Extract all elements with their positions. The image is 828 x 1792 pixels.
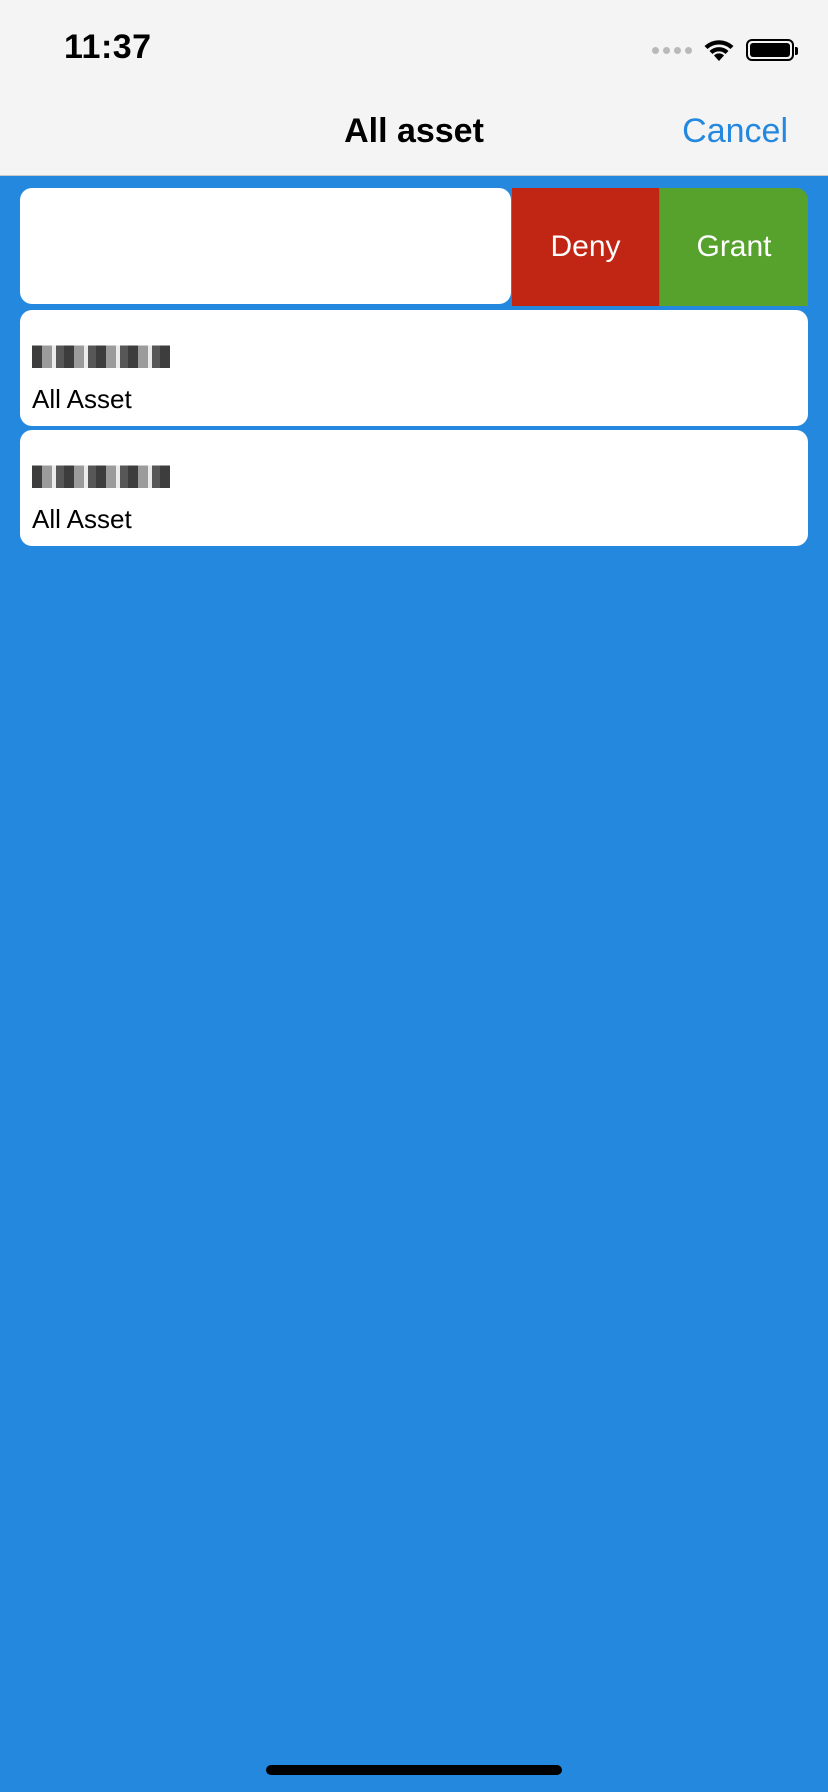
- status-time: 11:37: [64, 28, 152, 66]
- list-item[interactable]: All Asset: [20, 310, 808, 426]
- item-name-redacted: [32, 336, 170, 368]
- item-subtitle: All Asset: [32, 504, 132, 534]
- swiped-row: Deny Grant: [20, 188, 808, 306]
- list-item[interactable]: All Asset: [20, 430, 808, 546]
- deny-button[interactable]: Deny: [512, 188, 659, 306]
- status-icons: [652, 36, 798, 64]
- cancel-button[interactable]: Cancel: [682, 112, 788, 151]
- item-subtitle: All Asset: [32, 384, 132, 414]
- home-indicator: [266, 1765, 562, 1775]
- battery-icon: [746, 39, 798, 61]
- navigation-bar: All asset Cancel: [0, 96, 828, 176]
- swiped-row-content[interactable]: [20, 188, 511, 304]
- item-name-redacted: [32, 456, 170, 488]
- status-bar: 11:37: [0, 0, 828, 96]
- asset-list: Deny Grant All Asset All Asset: [20, 188, 808, 550]
- wifi-icon: [702, 37, 736, 63]
- signal-icon: [652, 46, 692, 54]
- grant-button[interactable]: Grant: [660, 188, 808, 306]
